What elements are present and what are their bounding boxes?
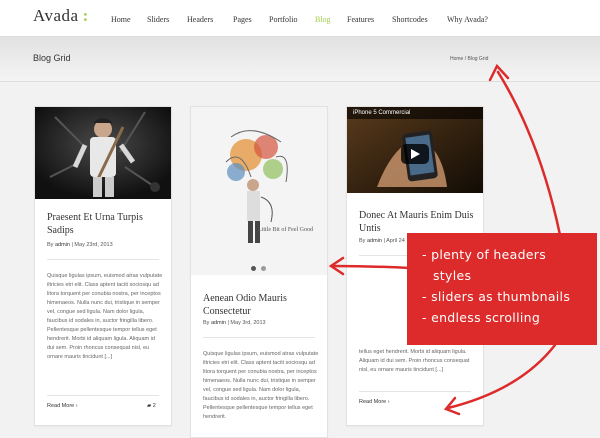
arrow-to-scrolling <box>446 343 557 410</box>
annotation-arrows <box>328 63 562 416</box>
arrow-to-sliders <box>331 264 412 270</box>
arrow-to-headers <box>496 70 562 237</box>
